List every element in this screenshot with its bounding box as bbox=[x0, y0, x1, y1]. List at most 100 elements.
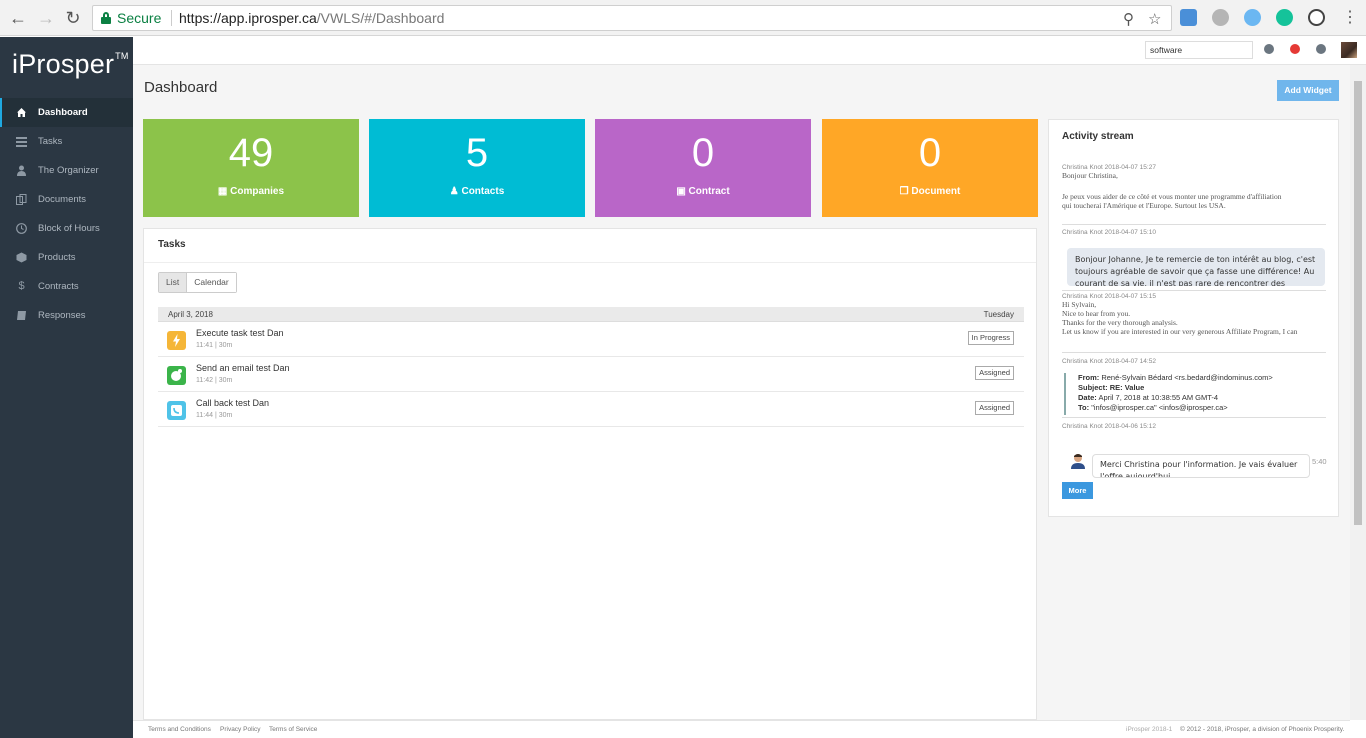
activity-stream-title: Activity stream bbox=[1062, 131, 1134, 142]
status-badge: Assigned bbox=[975, 366, 1014, 380]
url-divider bbox=[171, 10, 172, 26]
sidebar-item-block-of-hours[interactable]: Block of Hours bbox=[0, 214, 133, 243]
sidebar: iProsperTM Dashboard Tasks The Organizer… bbox=[0, 37, 133, 738]
page-title: Dashboard bbox=[144, 79, 218, 96]
user-avatar[interactable] bbox=[1341, 42, 1357, 58]
stat-card-companies[interactable]: 49 ▦ Companies bbox=[143, 119, 359, 217]
app-topbar bbox=[133, 37, 1366, 65]
entry-line: Nice to hear from you. bbox=[1062, 309, 1131, 318]
browser-menu-icon[interactable]: ⋮ bbox=[1340, 8, 1360, 28]
stat-value: 0 bbox=[918, 131, 942, 175]
drive-extension-icon[interactable] bbox=[1212, 9, 1229, 26]
view-toggle: List Calendar bbox=[158, 272, 237, 293]
scrollbar-thumb[interactable] bbox=[1354, 81, 1362, 525]
message-bubble: Bonjour Johanne, Je te remercie de ton i… bbox=[1067, 248, 1325, 286]
entry-line: Bonjour Christina, bbox=[1062, 171, 1118, 180]
message-bubble: Merci Christina pour l'information. Je v… bbox=[1092, 454, 1310, 478]
notification-bell-icon[interactable] bbox=[1290, 44, 1300, 54]
stat-card-contacts[interactable]: 5 ♟ Contacts bbox=[369, 119, 585, 217]
forward-icon[interactable]: → bbox=[36, 8, 56, 28]
sidebar-item-organizer[interactable]: The Organizer bbox=[0, 156, 133, 185]
sidebar-item-label: Products bbox=[38, 252, 76, 263]
zoom-icon[interactable]: ⚲ bbox=[1123, 10, 1134, 28]
task-row[interactable]: Execute task test Dan 11:41 | 30m In Pro… bbox=[158, 322, 1024, 357]
task-row[interactable]: Call back test Dan 11:44 | 30m Assigned bbox=[158, 392, 1024, 427]
briefcase-icon: ▣ bbox=[676, 186, 689, 197]
task-name[interactable]: Call back test Dan bbox=[196, 398, 269, 408]
entry-line: Hi Sylvain, bbox=[1062, 300, 1097, 309]
avatar bbox=[1071, 453, 1085, 469]
grammarly-extension-icon[interactable] bbox=[1276, 9, 1293, 26]
more-button[interactable]: More bbox=[1062, 482, 1093, 499]
divider bbox=[1062, 290, 1326, 291]
task-name[interactable]: Execute task test Dan bbox=[196, 328, 284, 338]
task-row[interactable]: Send an email test Dan 11:42 | 30m Assig… bbox=[158, 357, 1024, 392]
date-label: April 3, 2018 bbox=[168, 310, 213, 319]
terms-of-service-link[interactable]: Terms of Service bbox=[269, 726, 317, 733]
address-bar[interactable]: Secure https://app.iprosper.ca/VWLS/#/Da… bbox=[92, 5, 1172, 31]
sidebar-item-products[interactable]: Products bbox=[0, 243, 133, 272]
shield-extension-icon[interactable] bbox=[1180, 9, 1197, 26]
list-view-button[interactable]: List bbox=[159, 273, 188, 292]
version-label: iProsper 2018-1 bbox=[1126, 726, 1173, 733]
url-text[interactable]: https://app.iprosper.ca/VWLS/#/Dashboard bbox=[179, 10, 444, 26]
copy-icon: ❐ bbox=[899, 186, 912, 197]
sidebar-item-label: The Organizer bbox=[38, 165, 99, 176]
stat-card-document[interactable]: 0 ❐ Document bbox=[822, 119, 1038, 217]
entry-line: Je peux vous aider de ce côté et vous mo… bbox=[1062, 192, 1282, 201]
sidebar-item-contracts[interactable]: $ Contracts bbox=[0, 272, 133, 301]
sidebar-item-dashboard[interactable]: Dashboard bbox=[0, 98, 133, 127]
user-icon: ♟ bbox=[449, 186, 462, 197]
info-icon[interactable] bbox=[1264, 44, 1274, 54]
weekday-label: Tuesday bbox=[983, 310, 1014, 319]
app-logo[interactable]: iProsperTM bbox=[12, 49, 129, 80]
speed-extension-icon[interactable] bbox=[1308, 9, 1325, 26]
stat-value: 5 bbox=[465, 131, 489, 175]
search-input[interactable] bbox=[1145, 41, 1253, 59]
task-meta: 11:44 | 30m bbox=[196, 412, 233, 419]
cloud-extension-icon[interactable] bbox=[1244, 9, 1261, 26]
stat-card-contract[interactable]: 0 ▣ Contract bbox=[595, 119, 811, 217]
activity-entry: Christina Knot 2018-04-07 15:15 Hi Sylva… bbox=[1062, 293, 1326, 343]
secure-label: Secure bbox=[117, 10, 162, 26]
clock-icon bbox=[16, 223, 27, 234]
task-name[interactable]: Send an email test Dan bbox=[196, 363, 290, 373]
date-header: April 3, 2018 Tuesday bbox=[158, 307, 1024, 322]
entry-meta: Christina Knot 2018-04-07 15:27 bbox=[1062, 164, 1156, 171]
lock-icon bbox=[101, 12, 111, 24]
divider bbox=[144, 262, 1036, 263]
entry-meta: Christina Knot 2018-04-07 15:10 bbox=[1062, 229, 1156, 236]
building-icon: ▦ bbox=[217, 186, 231, 197]
stat-label: ♟ Contacts bbox=[449, 186, 505, 197]
activity-entry: Christina Knot 2018-04-07 14:52 bbox=[1062, 358, 1326, 365]
entry-meta: Christina Knot 2018-04-06 15:12 bbox=[1062, 423, 1156, 430]
reload-icon[interactable]: ↻ bbox=[63, 8, 83, 28]
tasks-icon bbox=[16, 136, 27, 147]
tasks-panel: Tasks List Calendar April 3, 2018 Tuesda… bbox=[143, 228, 1037, 720]
bookmark-star-icon[interactable]: ☆ bbox=[1148, 10, 1161, 28]
divider bbox=[1062, 224, 1326, 225]
stat-label: ▣ Contract bbox=[676, 186, 730, 197]
book-icon bbox=[16, 310, 27, 321]
calendar-view-button[interactable]: Calendar bbox=[187, 273, 236, 292]
settings-gear-icon[interactable] bbox=[1316, 44, 1326, 54]
sidebar-item-label: Contracts bbox=[38, 281, 79, 292]
browser-toolbar: ← → ↻ Secure https://app.iprosper.ca/VWL… bbox=[0, 0, 1366, 36]
main-content: Dashboard Add Widget 49 ▦ Companies 5 ♟ … bbox=[133, 65, 1350, 720]
terms-link[interactable]: Terms and Conditions bbox=[148, 726, 211, 733]
activity-stream-panel: Activity stream Christina Knot 2018-04-0… bbox=[1048, 119, 1339, 517]
add-widget-button[interactable]: Add Widget bbox=[1277, 80, 1339, 101]
dollar-icon: $ bbox=[18, 280, 25, 292]
sidebar-item-tasks[interactable]: Tasks bbox=[0, 127, 133, 156]
privacy-link[interactable]: Privacy Policy bbox=[220, 726, 260, 733]
person-icon bbox=[16, 165, 27, 176]
copyright-label: © 2012 - 2018, iProsper, a division of P… bbox=[1180, 726, 1345, 733]
sidebar-item-responses[interactable]: Responses bbox=[0, 301, 133, 330]
page-scrollbar[interactable] bbox=[1350, 65, 1366, 720]
documents-icon bbox=[16, 194, 27, 205]
bolt-icon bbox=[167, 331, 186, 350]
entry-line: Thanks for the very thorough analysis. bbox=[1062, 318, 1178, 327]
back-icon[interactable]: ← bbox=[8, 8, 28, 28]
box-icon bbox=[16, 252, 27, 263]
sidebar-item-documents[interactable]: Documents bbox=[0, 185, 133, 214]
